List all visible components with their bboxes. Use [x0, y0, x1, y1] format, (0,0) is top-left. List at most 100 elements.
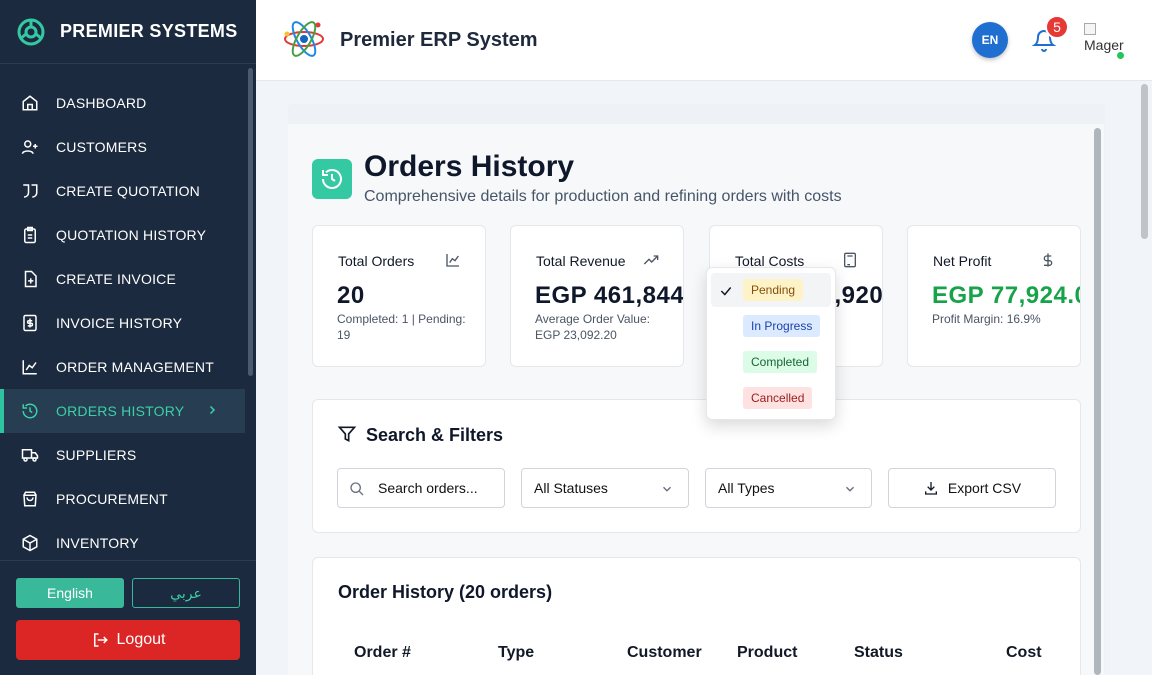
language-english-button[interactable]: English [16, 578, 124, 608]
history-icon [20, 401, 40, 421]
stat-label: Total Revenue [536, 253, 626, 269]
sidebar-item-customers[interactable]: CUSTOMERS [0, 125, 245, 169]
logout-icon [93, 633, 108, 647]
stat-value: 20 [337, 282, 365, 309]
stat-label: Net Profit [933, 253, 992, 269]
column-header[interactable]: Customer [627, 644, 702, 662]
sidebar-item-label: CREATE QUOTATION [56, 183, 200, 199]
sidebar-item-invoice-history[interactable]: INVOICE HISTORY [0, 301, 245, 345]
file-plus-icon [20, 269, 40, 289]
table-title: Order History (20 orders) [338, 582, 553, 602]
filters-title: Search & Filters [366, 425, 504, 445]
sidebar-item-label: PROCUREMENT [56, 491, 168, 507]
dollar-file-icon [20, 313, 40, 333]
sidebar-item-label: CUSTOMERS [56, 139, 147, 155]
sidebar-item-inventory[interactable]: INVENTORY [0, 521, 245, 565]
sidebar-item-label: INVENTORY [56, 535, 139, 551]
stat-card-net-profit: Net Profit EGP 77,924.00 Profit Margin: … [907, 225, 1081, 367]
calculator-icon [844, 252, 856, 268]
broken-image-icon [1084, 23, 1096, 35]
language-arabic-button[interactable]: عربي [132, 578, 240, 608]
stat-subtext: Average Order Value: EGP 23,092.20 [535, 312, 650, 342]
online-status-dot [1115, 50, 1126, 61]
home-icon [20, 93, 40, 113]
stat-value: EGP 77,924.00 [932, 282, 1080, 309]
status-option-in-progress[interactable]: In Progress [743, 315, 821, 337]
sidebar-item-suppliers[interactable]: SUPPLIERS [0, 433, 245, 477]
sidebar-nav: DASHBOARD CUSTOMERS CREATE QUOTATION QUO… [0, 81, 245, 565]
status-option-completed[interactable]: Completed [743, 351, 818, 373]
stat-subtext: Completed: 1 | Pending: 19 [337, 312, 466, 342]
chevron-down-icon [662, 486, 672, 492]
app-title: Premier ERP System [340, 29, 538, 51]
stat-subtext: Profit Margin: 16.9% [932, 312, 1041, 326]
stat-card-total-revenue: Total Revenue EGP 461,844.00 Average Ord… [510, 225, 684, 367]
sidebar-item-label: SUPPLIERS [56, 447, 137, 463]
brand-logo-icon [17, 18, 45, 45]
sidebar-item-label: QUOTATION HISTORY [56, 227, 207, 243]
export-label: Export CSV [947, 480, 1022, 496]
sidebar-item-dashboard[interactable]: DASHBOARD [0, 81, 245, 125]
bag-icon [20, 489, 40, 509]
sidebar: PREMIER SYSTEMS DASHBOARD CUSTOMERS CREA… [0, 0, 256, 675]
logout-button[interactable]: Logout [16, 620, 240, 660]
order-history-table-card: Order History (20 orders) Order # Type C… [312, 557, 1081, 675]
history-icon [312, 159, 352, 199]
sidebar-item-create-invoice[interactable]: CREATE INVOICE [0, 257, 245, 301]
filter-icon [337, 426, 357, 443]
sidebar-item-orders-history[interactable]: ORDERS HISTORY [0, 389, 245, 433]
stat-label: Total Orders [338, 253, 415, 269]
brand[interactable]: PREMIER SYSTEMS [0, 0, 256, 64]
language-switch-button[interactable]: EN [972, 22, 1008, 58]
column-header[interactable]: Order # [354, 644, 411, 662]
notification-badge: 5 [1045, 15, 1069, 39]
column-header[interactable]: Type [498, 644, 534, 662]
search-icon [350, 482, 364, 496]
search-filters-card: Search & Filters Search orders... All St… [312, 399, 1081, 533]
search-placeholder: Search orders... [378, 480, 478, 496]
chevron-right-icon [206, 403, 218, 419]
trending-up-icon [643, 255, 659, 265]
user-plus-icon [20, 137, 40, 157]
app-logo-icon [284, 21, 324, 57]
export-csv-button[interactable]: Export CSV [888, 468, 1056, 508]
sidebar-item-create-quotation[interactable]: CREATE QUOTATION [0, 169, 245, 213]
chart-icon [20, 357, 40, 377]
check-icon [720, 287, 732, 296]
sidebar-footer: English عربي Logout [0, 560, 256, 675]
page-subtitle: Comprehensive details for production and… [364, 188, 842, 205]
status-option-pending[interactable]: Pending [743, 279, 804, 301]
top-header: Premier ERP System EN 5 Mager [256, 0, 1152, 81]
stat-value: EGP 461,844.00 [535, 282, 684, 309]
column-header[interactable]: Status [854, 644, 903, 662]
brand-name: PREMIER SYSTEMS [60, 21, 238, 41]
sidebar-scrollbar[interactable] [248, 68, 253, 376]
dollar-icon [1043, 253, 1053, 267]
type-select[interactable]: All Types [705, 468, 872, 508]
sidebar-item-quotation-history[interactable]: QUOTATION HISTORY [0, 213, 245, 257]
sidebar-item-label: ORDER MANAGEMENT [56, 359, 214, 375]
sidebar-item-order-management[interactable]: ORDER MANAGEMENT [0, 345, 245, 389]
type-select-value: All Types [718, 480, 775, 496]
status-select-value: All Statuses [534, 480, 608, 496]
status-option-cancelled[interactable]: Cancelled [743, 387, 813, 409]
column-header[interactable]: Cost [1006, 644, 1042, 662]
quote-icon [20, 181, 40, 201]
chart-icon [446, 254, 459, 267]
truck-icon [20, 445, 40, 465]
sidebar-item-label: ORDERS HISTORY [56, 403, 185, 419]
status-select[interactable]: All Statuses [521, 468, 689, 508]
logout-label: Logout [116, 631, 166, 648]
search-input[interactable]: Search orders... [337, 468, 505, 508]
sidebar-item-label: CREATE INVOICE [56, 271, 177, 287]
panel-scrollbar[interactable] [1094, 128, 1101, 675]
sidebar-item-label: INVOICE HISTORY [56, 315, 183, 331]
sidebar-item-label: DASHBOARD [56, 95, 147, 111]
sidebar-item-procurement[interactable]: PROCUREMENT [0, 477, 245, 521]
stat-card-total-orders: Total Orders 20 Completed: 1 | Pending: … [312, 225, 486, 367]
status-dropdown-menu: Pending In Progress Completed Cancelled [706, 267, 836, 420]
download-icon [924, 482, 937, 495]
clipboard-icon [20, 225, 40, 245]
column-header[interactable]: Product [737, 644, 797, 662]
page-scrollbar[interactable] [1141, 84, 1148, 239]
